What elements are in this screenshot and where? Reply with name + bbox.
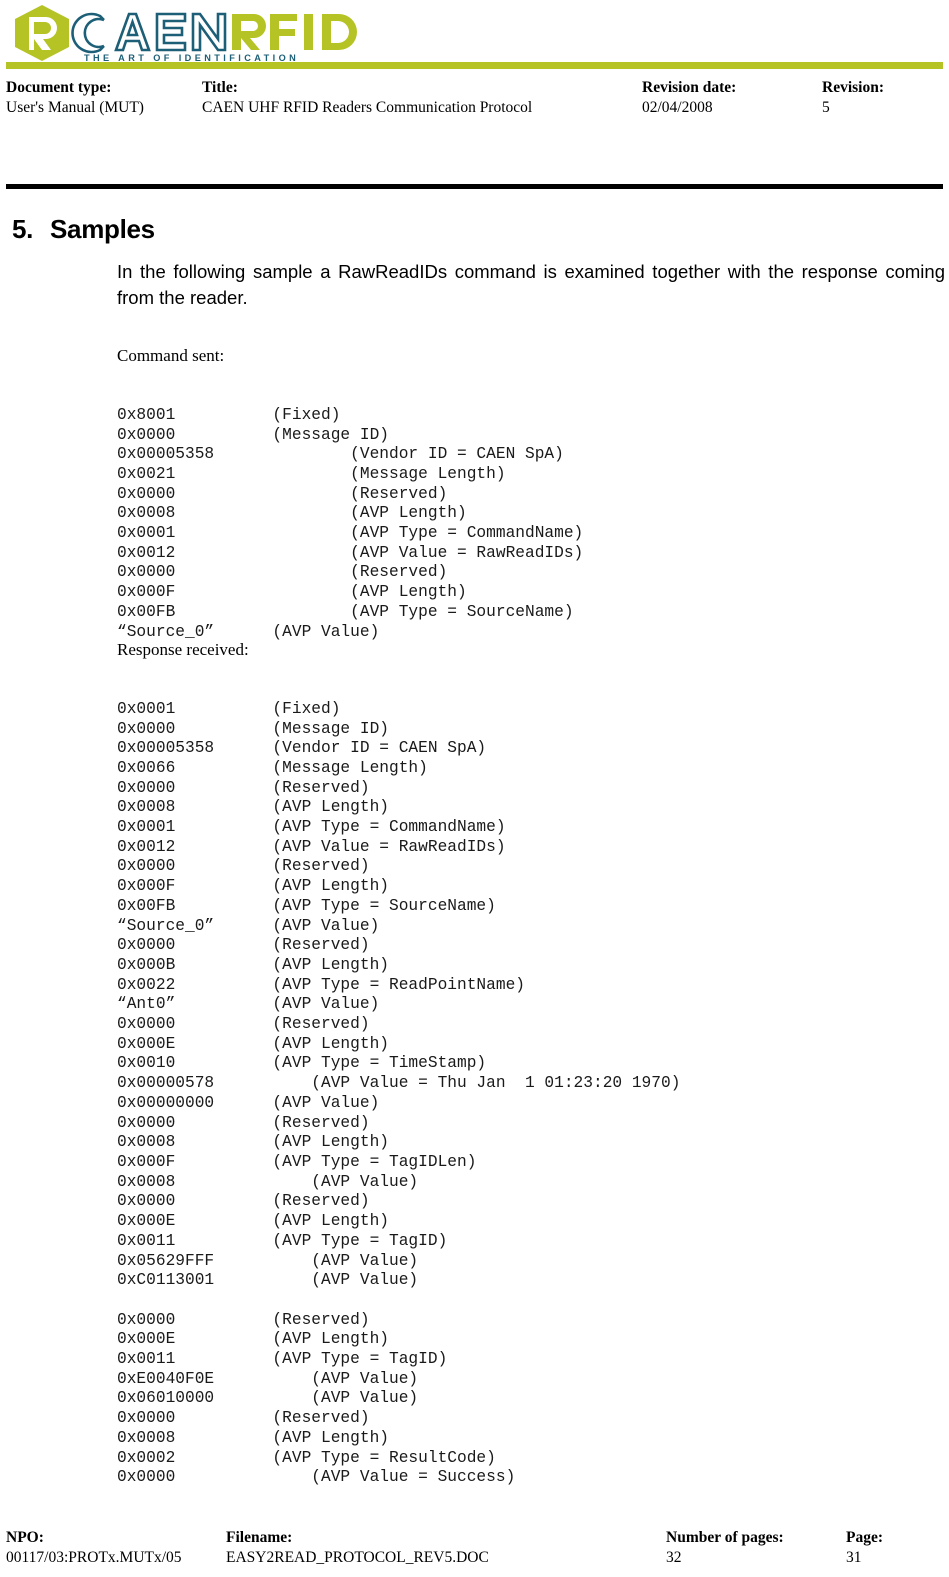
title-value: CAEN UHF RFID Readers Communication Prot…	[202, 99, 533, 116]
revdate-value: 02/04/2008	[642, 99, 713, 116]
header-label-row: Document type: Title: Revision date: Rev…	[6, 78, 943, 98]
section-number: 5.	[12, 214, 34, 245]
revision-label: Revision:	[822, 79, 884, 96]
revdate-label: Revision date:	[642, 79, 737, 96]
page-title: 5. Samples	[12, 214, 155, 245]
logo-svg: THE ART OF IDENTIFICATION	[15, 5, 357, 63]
section-title: Samples	[50, 214, 155, 245]
response-received-heading: Response received:	[117, 640, 249, 660]
doctype-value: User's Manual (MUT)	[6, 99, 144, 116]
filename-label: Filename:	[226, 1529, 293, 1546]
page-label: Page:	[846, 1529, 884, 1546]
rfid-wordmark	[232, 14, 357, 50]
intro-paragraph: In the following sample a RawReadIDs com…	[117, 260, 945, 308]
page-value: 31	[846, 1549, 862, 1566]
npo-value: 00117/03:PROTx.MUTx/05	[6, 1549, 182, 1566]
header-separator-rule	[6, 184, 943, 189]
brand-green-rule	[6, 62, 943, 69]
numpages-label: Number of pages:	[666, 1529, 784, 1546]
caen-rfid-logo: THE ART OF IDENTIFICATION	[12, 4, 392, 64]
response-received-block: Response received: 0x0001 (Fixed) 0x0000…	[117, 601, 680, 1508]
document-header: Document type: Title: Revision date: Rev…	[6, 78, 943, 118]
caen-wordmark	[71, 12, 227, 54]
document-footer: NPO: Filename: Number of pages: Page: 00…	[6, 1528, 943, 1568]
footer-value-row: 00117/03:PROTx.MUTx/05 EASY2READ_PROTOCO…	[6, 1548, 943, 1568]
filename-value: EASY2READ_PROTOCOL_REV5.DOC	[226, 1549, 489, 1566]
hexagon-r-mark	[15, 5, 69, 61]
header-value-row: User's Manual (MUT) CAEN UHF RFID Reader…	[6, 98, 943, 118]
revision-value: 5	[822, 99, 830, 116]
title-label: Title:	[202, 79, 238, 96]
response-received-lines: 0x0001 (Fixed) 0x0000 (Message ID) 0x000…	[117, 699, 681, 1487]
npo-label: NPO:	[6, 1529, 44, 1546]
numpages-value: 32	[666, 1549, 682, 1566]
footer-label-row: NPO: Filename: Number of pages: Page:	[6, 1528, 943, 1548]
command-sent-heading: Command sent:	[117, 346, 225, 366]
doctype-label: Document type:	[6, 79, 112, 96]
